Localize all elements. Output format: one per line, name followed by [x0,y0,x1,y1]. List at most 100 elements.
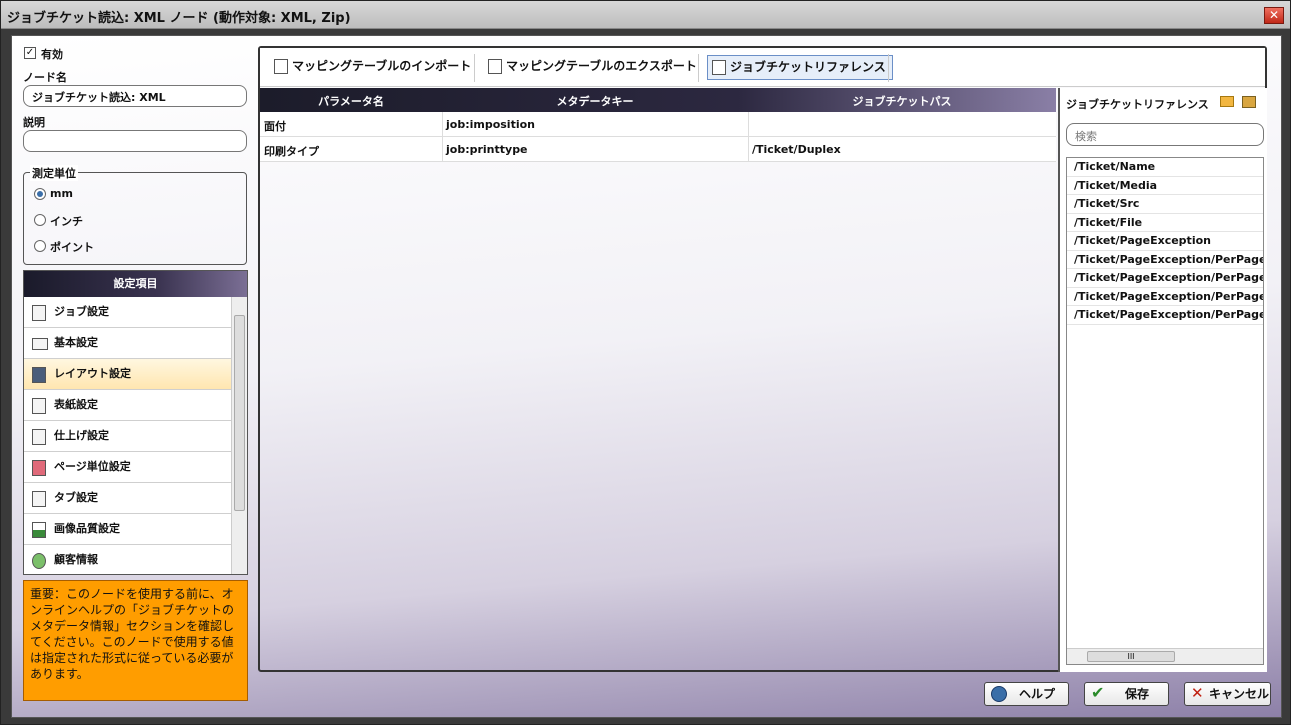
enabled-label: 有効 [41,48,63,61]
settings-item-cover[interactable]: 表紙設定 [24,390,231,421]
reference-search-input[interactable]: 検索 [1066,123,1264,146]
settings-item-label: 基本設定 [54,336,98,349]
list-icon [32,338,48,350]
column-header-metadata-key[interactable]: メタデータキー [442,93,748,109]
column-header-jobticket-path[interactable]: ジョブチケットパス [748,93,1056,109]
export-mapping-button[interactable]: マッピングテーブルのエクスポート [484,55,703,80]
radio-point-label: ポイント [50,241,94,254]
table-row[interactable]: 印刷タイプ job:printtype /Ticket/Duplex [260,137,1056,162]
settings-header: 設定項目 [24,271,247,297]
settings-item-customer[interactable]: 顧客情報 [24,545,231,574]
reference-icon [712,60,726,75]
save-label: 保存 [1125,687,1150,701]
cell-metadata-key: job:printtype [446,143,528,156]
toolbar: マッピングテーブルのインポート マッピングテーブルのエクスポート ジョブチケット… [260,48,1265,87]
list-item[interactable]: /Ticket/File [1067,214,1263,232]
cell-divider [748,137,749,162]
reference-list: /Ticket/Name /Ticket/Media /Ticket/Src /… [1066,157,1264,665]
close-button[interactable]: ✕ [1264,7,1284,24]
cell-divider [748,112,749,137]
list-item[interactable]: /Ticket/Name [1067,158,1263,177]
import-mapping-button[interactable]: マッピングテーブルのインポート [270,55,477,80]
list-item[interactable]: /Ticket/PageException [1067,232,1263,251]
settings-item-label: 顧客情報 [54,553,98,566]
enabled-checkbox[interactable]: ✓ [24,47,36,59]
delete-folder-icon[interactable] [1242,96,1256,108]
jobticket-reference-button[interactable]: ジョブチケットリファレンス [707,55,893,80]
export-icon [488,59,502,74]
toolbar-separator [474,54,475,82]
units-group: 測定単位 mm インチ ポイント [23,165,247,265]
cell-jobticket-path: /Ticket/Duplex [752,143,841,156]
layout-icon [32,367,46,383]
toolbar-separator [888,54,889,82]
cancel-label: キャンセル [1209,687,1270,701]
cell-metadata-key: job:imposition [446,118,535,131]
list-item[interactable]: /Ticket/PageException/PerPage: [1067,269,1263,288]
node-name-input[interactable]: ジョブチケット読込: XML [23,85,247,107]
reference-scroll-thumb[interactable]: III [1087,651,1175,662]
radio-mm-label: mm [50,187,73,200]
settings-item-label: ページ単位設定 [54,460,131,473]
settings-item-label: 画像品質設定 [54,522,120,535]
reference-hscrollbar[interactable]: III [1067,648,1263,664]
export-label: マッピングテーブルのエクスポート [506,59,697,73]
settings-item-page-exception[interactable]: ページ単位設定 [24,452,231,483]
settings-item-basic[interactable]: 基本設定 [24,328,231,359]
image-icon [32,522,46,538]
column-header-parameter[interactable]: パラメータ名 [260,93,442,109]
settings-scrollbar[interactable] [231,297,247,574]
cell-divider [442,137,443,162]
pages-icon [32,460,46,476]
settings-item-layout[interactable]: レイアウト設定 [24,359,231,390]
tab-icon [32,491,46,507]
settings-item-label: ジョブ設定 [54,305,109,318]
radio-point[interactable] [34,240,46,252]
radio-inch-label: インチ [50,215,83,228]
mapping-table: パラメータ名 メタデータキー ジョブチケットパス 面付 job:impositi… [260,88,1056,670]
document-icon [32,305,46,321]
user-icon [32,553,46,569]
checkmark-icon: ✔ [1091,683,1105,702]
node-name-label: ノード名 [23,71,67,84]
list-item[interactable]: /Ticket/PageException/PerPage: [1067,288,1263,306]
reference-panel: ジョブチケットリファレンス 検索 /Ticket/Name /Ticket/Me… [1058,88,1267,672]
import-label: マッピングテーブルのインポート [292,59,472,73]
cell-parameter: 印刷タイプ [264,145,319,158]
cancel-button[interactable]: ✕ キャンセル [1184,682,1271,706]
open-folder-icon[interactable] [1220,96,1234,107]
settings-list: 設定項目 ジョブ設定 基本設定 レイアウト設定 表紙設定 仕上げ設定 ページ単位… [23,270,248,575]
help-icon [991,686,1007,702]
radio-mm[interactable] [34,188,46,200]
list-item[interactable]: /Ticket/PageException/PerPage: [1067,251,1263,269]
description-label: 説明 [23,116,45,129]
help-button[interactable]: ヘルプ [984,682,1069,706]
table-header: パラメータ名 メタデータキー ジョブチケットパス [260,88,1056,112]
settings-item-label: 表紙設定 [54,398,98,411]
settings-item-label: 仕上げ設定 [54,429,109,442]
cancel-x-icon: ✕ [1191,684,1204,702]
description-input[interactable] [23,130,247,152]
list-item[interactable]: /Ticket/Media [1067,177,1263,195]
cell-divider [442,112,443,137]
radio-inch[interactable] [34,214,46,226]
settings-item-tab[interactable]: タブ設定 [24,483,231,514]
units-group-title: 測定単位 [30,165,78,181]
list-item[interactable]: /Ticket/PageException/PerPage: [1067,306,1263,325]
dialog-window: ジョブチケット読込: XML ノード (動作対象: XML, Zip) ✕ ✓ … [0,0,1291,725]
settings-item-finishing[interactable]: 仕上げ設定 [24,421,231,452]
cell-parameter: 面付 [264,120,286,133]
help-label: ヘルプ [1019,687,1056,701]
cover-icon [32,398,46,414]
finishing-icon [32,429,46,445]
settings-item-job[interactable]: ジョブ設定 [24,297,231,328]
client-area: ✓ 有効 ノード名 ジョブチケット読込: XML 説明 測定単位 mm インチ … [11,35,1282,718]
table-row[interactable]: 面付 job:imposition [260,112,1056,137]
main-panel: マッピングテーブルのインポート マッピングテーブルのエクスポート ジョブチケット… [258,46,1267,672]
import-icon [274,59,288,74]
save-button[interactable]: ✔ 保存 [1084,682,1169,706]
toolbar-separator [698,54,699,82]
settings-item-image-quality[interactable]: 画像品質設定 [24,514,231,545]
settings-scroll-thumb[interactable] [234,315,245,511]
list-item[interactable]: /Ticket/Src [1067,195,1263,214]
